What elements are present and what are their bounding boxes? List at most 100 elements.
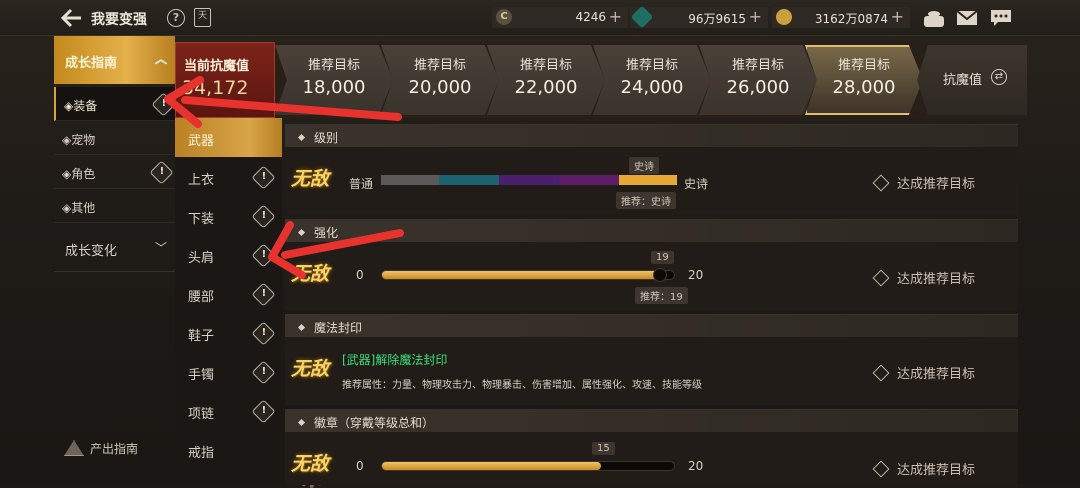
grade-seg-epic — [619, 175, 677, 185]
subnav-label: 鞋子 — [188, 329, 215, 344]
panel-body: 无敌 0 19 20 推荐：19 达成推荐目标 — [285, 242, 1018, 310]
subnav-item-shoes[interactable]: 鞋子! — [175, 313, 282, 352]
panel-emblem: 徽章（穿戴等级总和） 无敌 0 15 20 达成推荐目标 — [285, 409, 1018, 488]
nav-item-label: ◈其他 — [62, 201, 96, 215]
nav-item-label: ◈角色 — [62, 167, 96, 181]
nav-item-pet[interactable]: ◈宠物 — [54, 121, 175, 155]
target-item-selected[interactable]: 推荐目标 28,000 — [805, 45, 923, 115]
guide-icon — [64, 440, 84, 456]
nav-section-growth-change[interactable]: 成长变化 ﹀ — [54, 226, 175, 272]
magic-seal-title: [武器]解除魔法封印 — [342, 353, 448, 367]
bag-icon[interactable] — [922, 9, 946, 29]
calendar-icon[interactable]: 天 — [194, 8, 211, 27]
gold-icon — [776, 9, 792, 25]
subnav-item-ring[interactable]: 戒指 — [175, 430, 282, 469]
warning-icon: ! — [251, 165, 276, 190]
subnav-item-top[interactable]: 上衣! — [175, 157, 282, 196]
achieve-label: 达成推荐目标 — [897, 463, 976, 478]
currency-gem: 96万9615 + — [630, 5, 768, 29]
gem-icon — [630, 5, 654, 29]
grade-max-label: 史诗 — [684, 177, 709, 191]
target-item[interactable]: 推荐目标 18,000 — [275, 45, 393, 115]
emblem-achieved-status: 达成推荐目标 — [872, 459, 976, 478]
target-value: 24,000 — [620, 77, 684, 98]
gold-value: 3162万0874 — [814, 12, 888, 26]
target-label: 推荐目标 — [731, 58, 784, 73]
enhance-min-label: 0 — [356, 268, 364, 282]
warning-icon: ! — [251, 360, 276, 385]
subnav-label: 手镯 — [188, 368, 215, 383]
target-label: 推荐目标 — [307, 58, 360, 73]
enhance-achieved-status: 达成推荐目标 — [872, 268, 975, 287]
subnav-item-weapon[interactable]: 武器 — [175, 118, 282, 157]
subnav-item-necklace[interactable]: 项链! — [175, 391, 282, 430]
warning-icon: ! — [151, 92, 176, 117]
back-arrow-icon[interactable] — [60, 8, 82, 28]
chevron-up-icon: ︿ — [154, 52, 167, 66]
mail-icon[interactable] — [956, 9, 978, 27]
target-bar: 当前抗魔值 34,172 推荐目标 18,000 推荐目标 20,000 推荐目标 2… — [175, 42, 1027, 118]
enhance-bar-knob — [653, 268, 667, 282]
invincible-badge-icon: 无敌 — [291, 164, 333, 203]
enhance-bar-fill — [382, 271, 659, 279]
target-label: 推荐目标 — [837, 58, 890, 73]
target-item[interactable]: 推荐目标 22,000 — [487, 45, 605, 115]
target-item[interactable]: 推荐目标 26,000 — [699, 45, 817, 115]
subnav-item-shoulder[interactable]: 头肩! — [175, 235, 282, 274]
emblem-bar-fill — [382, 462, 601, 470]
panel-title: 徽章（穿戴等级总和） — [314, 416, 435, 430]
target-value: 20,000 — [408, 77, 472, 98]
achieve-label: 达成推荐目标 — [897, 367, 976, 382]
subnav-item-bracelet[interactable]: 手镯! — [175, 352, 282, 391]
target-item[interactable]: 推荐目标 20,000 — [381, 45, 499, 115]
coin-icon: C — [496, 9, 512, 25]
nav-section-label: 成长变化 — [65, 244, 118, 259]
enhance-recommend-tag: 推荐：19 — [635, 287, 688, 304]
grade-current-tag: 史诗 — [629, 157, 659, 174]
panel-header: 徽章（穿戴等级总和） — [285, 410, 1018, 432]
equipment-subnav: 武器 上衣! 下装! 头肩! 腰部! 鞋子! 手镯! 项链! 戒指 — [175, 118, 282, 484]
subnav-label: 戒指 — [188, 446, 215, 461]
diamond-check-icon — [872, 174, 890, 192]
subnav-label: 武器 — [188, 134, 215, 149]
panel-enhance: 强化 无敌 0 19 20 推荐：19 达成推荐目标 — [285, 219, 1018, 310]
coin-value: 4246 — [575, 10, 606, 24]
subnav-label: 下装 — [188, 212, 215, 227]
target-value: 28,000 — [832, 77, 896, 98]
target-label: 推荐目标 — [519, 58, 572, 73]
left-nav: 成长指南 ︿ ◈装备 ! ◈宠物 ◈角色 ! ◈其他 成长变化 ﹀ 产出指南 — [54, 36, 176, 484]
add-gold-button[interactable]: + — [891, 7, 904, 26]
page-title: 我要变强 — [91, 12, 147, 28]
chevron-down-icon: ﹀ — [154, 241, 167, 255]
top-bar: 我要变强 ? 天 C 4246 + 96万9615 + 3162万0874 + — [0, 0, 1080, 36]
add-coin-button[interactable]: + — [609, 7, 622, 26]
enhance-current-tag: 19 — [651, 251, 674, 264]
grade-seg-rare — [439, 175, 499, 185]
nav-item-other[interactable]: ◈其他 — [54, 189, 175, 223]
invincible-badge-icon: 无敌 — [291, 449, 333, 488]
chat-icon[interactable] — [990, 9, 1012, 27]
emblem-bar — [381, 461, 675, 471]
help-icon[interactable]: ? — [167, 9, 185, 27]
panel-body: 无敌 0 15 20 达成推荐目标 — [285, 432, 1018, 488]
currency-coin: C 4246 + — [492, 7, 628, 28]
panel-grade: 级别 无敌 普通 史诗 史诗 推荐：史诗 达成推荐目标 — [285, 124, 1018, 215]
nav-item-character[interactable]: ◈角色 ! — [54, 155, 175, 189]
target-item[interactable]: 推荐目标 24,000 — [593, 45, 711, 115]
emblem-current-tag: 15 — [592, 442, 615, 455]
subnav-label: 腰部 — [188, 290, 215, 305]
nav-item-label: ◈宠物 — [62, 133, 96, 147]
panel-title: 魔法封印 — [314, 321, 363, 335]
subnav-item-waist[interactable]: 腰部! — [175, 274, 282, 313]
panel-body: 无敌 普通 史诗 史诗 推荐：史诗 达成推荐目标 — [285, 147, 1018, 215]
output-guide-button[interactable]: 产出指南 — [64, 440, 138, 457]
resist-value-button[interactable]: 抗魔值 ⇄ — [917, 45, 1027, 115]
subnav-item-bottom[interactable]: 下装! — [175, 196, 282, 235]
target-label: 推荐目标 — [625, 58, 678, 73]
warning-icon: ! — [149, 160, 174, 185]
nav-section-growth-guide[interactable]: 成长指南 ︿ — [54, 36, 175, 84]
grade-seg-common — [381, 175, 439, 185]
add-gem-button[interactable]: + — [749, 7, 762, 26]
nav-item-equipment[interactable]: ◈装备 ! — [54, 87, 176, 121]
invincible-badge-icon: 无敌 — [291, 259, 333, 298]
